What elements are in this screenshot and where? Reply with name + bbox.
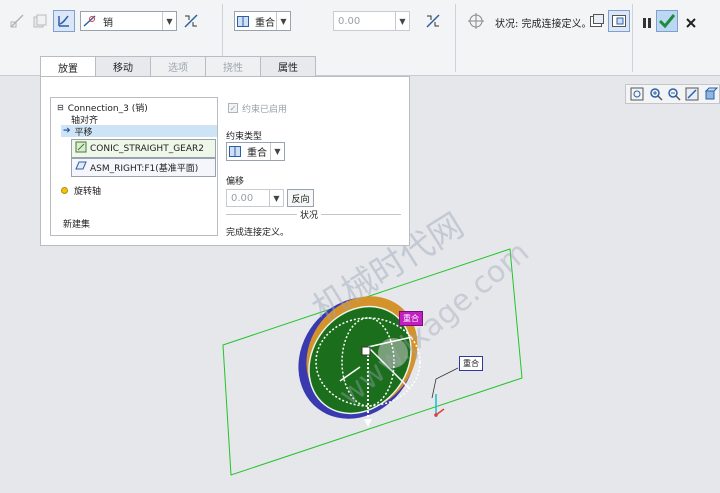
- flip-component-icon[interactable]: [180, 10, 202, 32]
- flip-button[interactable]: 反向: [287, 189, 314, 207]
- flip-offset-icon[interactable]: [422, 10, 444, 32]
- part-icon: [75, 141, 87, 156]
- panel-constraint-type-value: 重合: [247, 148, 267, 159]
- user-defined-icon[interactable]: [6, 10, 28, 32]
- leader-line: [431, 367, 459, 399]
- chevron-down-icon: ▼: [395, 12, 409, 30]
- constraint-enabled-label: 约束已启用: [242, 105, 288, 115]
- checkmark-icon: [658, 14, 676, 29]
- datum-plane-icon: [75, 160, 87, 175]
- status-label: 状况: [297, 208, 322, 221]
- origin-marker: [361, 346, 371, 356]
- status-value: 完成连接定义。: [226, 228, 290, 238]
- connection-type-value: 销: [103, 17, 113, 29]
- tree-item-connection[interactable]: ⊟ Connection_3 (销): [57, 101, 148, 114]
- tab-properties[interactable]: 属性: [260, 56, 316, 76]
- offset-label: 偏移: [226, 177, 245, 187]
- constraint-type-label: 约束类型: [226, 132, 263, 142]
- assembly-window-icon[interactable]: [608, 10, 630, 32]
- connection-type-select[interactable]: 销 ▼: [80, 11, 177, 31]
- panel-offset-input[interactable]: 0.00 ▼: [226, 189, 284, 207]
- status-dot-icon: [61, 186, 68, 194]
- tree-item-axis-align[interactable]: 轴对齐: [71, 113, 98, 126]
- constraint-enabled-checkbox[interactable]: ✓: [228, 103, 238, 113]
- constraint-type-select[interactable]: 重合 ▼: [234, 11, 291, 31]
- panel-offset-value: 0.00: [231, 192, 254, 204]
- chevron-down-icon: ▼: [270, 143, 284, 160]
- divider: [632, 4, 633, 72]
- chevron-down-icon: ▼: [162, 12, 176, 30]
- placement-panel: ⊟ Connection_3 (销) 轴对齐 ➔ 平移 CONIC_STRAIG…: [40, 76, 410, 246]
- pin-joint-icon: [81, 15, 99, 27]
- confirm-button[interactable]: [656, 10, 678, 32]
- collapse-icon[interactable]: ⊟: [57, 103, 64, 112]
- coincident-tag-2[interactable]: 重合: [459, 356, 483, 371]
- arrow-right-icon: ➔: [63, 126, 71, 136]
- zoom-in-icon[interactable]: [647, 86, 663, 102]
- chevron-down-icon: ▼: [269, 190, 283, 206]
- dashboard-tabs: 放置 移动 选项 挠性 属性: [40, 56, 316, 77]
- tab-move[interactable]: 移动: [95, 56, 151, 76]
- reference-collector-1[interactable]: CONIC_STRAIGHT_GEAR2: [71, 139, 216, 158]
- repaint-icon[interactable]: [684, 86, 700, 102]
- cancel-button[interactable]: [680, 12, 702, 34]
- coincident-icon: [227, 146, 243, 157]
- chevron-down-icon: ▼: [276, 12, 290, 30]
- new-set-link[interactable]: 新建集: [63, 217, 90, 230]
- reference-collector-2[interactable]: ASM_RIGHT:F1(基准平面): [71, 158, 216, 177]
- mechanism-connection-icon[interactable]: [53, 10, 75, 32]
- tab-options: 选项: [150, 56, 206, 76]
- close-icon: [686, 18, 696, 28]
- tab-flexibility: 挠性: [205, 56, 261, 76]
- offset-input-value: 0.00: [338, 15, 361, 27]
- zoom-out-icon[interactable]: [666, 86, 682, 102]
- pause-icon[interactable]: [636, 12, 658, 34]
- divider: [455, 4, 456, 72]
- tree-item-translation[interactable]: ➔ 平移: [61, 125, 217, 138]
- offset-input[interactable]: 0.00 ▼: [333, 11, 410, 31]
- separate-window-icon[interactable]: [586, 10, 608, 32]
- constraint-tree[interactable]: ⊟ Connection_3 (销) 轴对齐 ➔ 平移 CONIC_STRAIG…: [50, 97, 218, 236]
- tab-placement[interactable]: 放置: [40, 56, 96, 77]
- tree-item-rotation-axis[interactable]: 旋转轴: [61, 184, 101, 197]
- display-style-icon[interactable]: [703, 86, 719, 102]
- refit-icon[interactable]: [629, 86, 645, 102]
- coincident-icon: [235, 15, 251, 27]
- coincident-tag-1[interactable]: 重合: [399, 311, 423, 326]
- placement-status-icon: [465, 10, 487, 32]
- constraint-type-value: 重合: [255, 17, 275, 29]
- view-toolbar: [625, 84, 720, 104]
- panel-constraint-type-select[interactable]: 重合 ▼: [226, 142, 285, 161]
- copy-icon[interactable]: [29, 10, 51, 32]
- status-text: 状况: 完成连接定义。: [495, 19, 592, 30]
